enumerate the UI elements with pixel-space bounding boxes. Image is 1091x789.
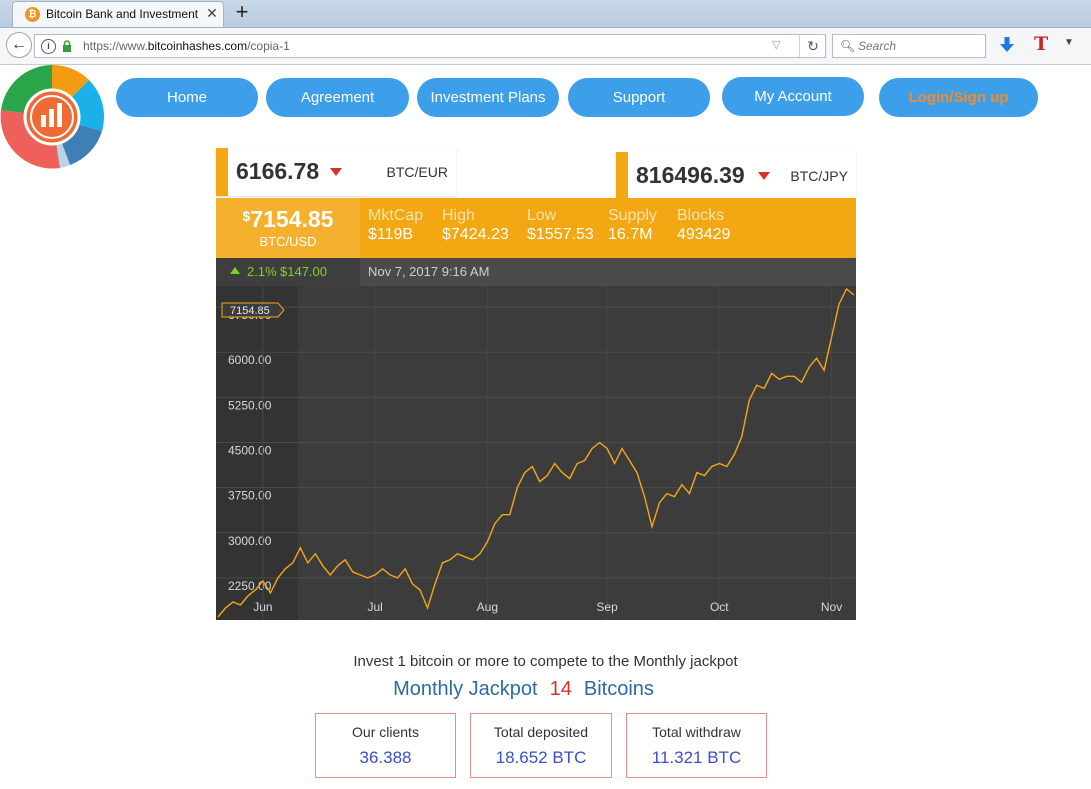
- y-tick-label: 6000.00: [228, 353, 272, 367]
- browser-nav-bar: ← i https://www.bitcoinhashes.com/copia-…: [0, 28, 1091, 65]
- jackpot-amount: 14: [549, 678, 572, 700]
- stat-low: Low $1557.53: [527, 207, 594, 243]
- stat-blocks: Blocks 493429: [677, 207, 731, 243]
- stat-mktcap: MktCap $119B: [368, 207, 424, 243]
- back-arrow-icon[interactable]: ←: [6, 32, 32, 58]
- price-change-box: 2.1% $147.00: [216, 258, 360, 286]
- search-input[interactable]: 🔍︎ Search: [832, 34, 986, 58]
- y-tick-label: 3750.00: [228, 489, 272, 503]
- price-chart: 2250.00 3000.00 3750.00 4500.00 5250.00 6000.…: [216, 286, 856, 620]
- y-tick-label: 4500.00: [228, 444, 272, 458]
- btc-jpy-value: 816496.39: [636, 162, 745, 188]
- stat-box-title: Our clients: [352, 724, 419, 740]
- download-arrow-icon[interactable]: [999, 36, 1015, 54]
- x-tick-label: Nov: [821, 600, 842, 614]
- up-arrow-icon: [230, 267, 240, 274]
- change-amount: $147.00: [280, 264, 327, 279]
- bitcoin-ticker-widget: 6166.78 BTC/EUR 816496.39 BTC/JPY $7154.…: [216, 148, 856, 620]
- price-series-line: [217, 287, 855, 618]
- bitcoin-favicon-icon: ₿: [25, 7, 40, 22]
- market-stats-band: $7154.85 BTC/USD MktCap $119B High $7424.2…: [216, 198, 856, 258]
- tab-title: Bitcoin Bank and Investment: [46, 7, 198, 21]
- stat-box-title: Total deposited: [493, 724, 589, 740]
- down-arrow-icon: [330, 168, 342, 176]
- x-tick-label: Aug: [477, 600, 498, 614]
- stat-box-clients: Our clients 36.388: [315, 713, 456, 778]
- price-change-band: 2.1% $147.00 Nov 7, 2017 9:16 AM: [216, 258, 856, 286]
- url-dropdown-icon[interactable]: ▽: [772, 38, 780, 51]
- reload-icon[interactable]: ↻: [799, 35, 826, 57]
- stat-supply: Supply 16.7M: [608, 207, 657, 243]
- btc-eur-value: 6166.78: [236, 158, 320, 184]
- change-percent: 2.1%: [247, 264, 277, 279]
- nav-investment-plans-button[interactable]: Investment Plans: [417, 78, 559, 117]
- close-tab-icon[interactable]: ✕: [204, 5, 220, 21]
- btc-usd-pair: BTC/USD: [259, 234, 317, 249]
- stat-box-title: Total withdraw: [652, 724, 741, 740]
- browser-tab-bar: ₿ Bitcoin Bank and Investment ✕ +: [0, 0, 1091, 28]
- nav-login-signup-button[interactable]: Login/Sign up: [879, 78, 1038, 117]
- nav-home-button[interactable]: Home: [116, 78, 258, 117]
- extension-t-icon[interactable]: T: [1034, 33, 1048, 55]
- y-tick-label: 3000.00: [228, 534, 272, 548]
- x-tick-label: Jul: [367, 600, 382, 614]
- stat-box-value: 36.388: [359, 748, 412, 767]
- jackpot-unit: Bitcoins: [583, 678, 654, 700]
- y-tick-label: 2250.00: [228, 579, 272, 593]
- price-chart-svg: 2250.00 3000.00 3750.00 4500.00 5250.00 6000.…: [216, 286, 856, 620]
- nav-agreement-button[interactable]: Agreement: [266, 78, 409, 117]
- btc-jpy-rate: 816496.39 BTC/JPY: [616, 152, 856, 198]
- search-placeholder: Search: [858, 39, 897, 53]
- btc-usd-price-box: $7154.85 BTC/USD: [216, 198, 360, 258]
- nav-support-button[interactable]: Support: [568, 78, 710, 117]
- down-arrow-icon: [758, 172, 770, 180]
- monthly-jackpot: Monthly Jackpot 14 Bitcoins: [0, 678, 1091, 701]
- address-bar[interactable]: i https://www.bitcoinhashes.com/copia-1 …: [34, 34, 826, 58]
- nav-my-account-button[interactable]: My Account: [722, 77, 864, 116]
- stat-box-value: 11.321 BTC: [651, 748, 742, 767]
- current-price-label: 7154.85: [230, 305, 270, 317]
- stat-box-value: 18.652 BTC: [495, 748, 587, 767]
- jackpot-invite-text: Invest 1 bitcoin or more to compete to t…: [353, 653, 738, 670]
- y-tick-label: 5250.00: [228, 398, 272, 412]
- x-tick-label: Oct: [710, 600, 729, 614]
- lock-icon: [63, 40, 71, 52]
- site-logo[interactable]: [0, 65, 104, 169]
- btc-usd-price: $7154.85: [242, 206, 334, 232]
- search-icon: 🔍︎: [840, 39, 856, 53]
- url-text: https://www.bitcoinhashes.com/copia-1: [83, 39, 290, 53]
- btc-jpy-pair: BTC/JPY: [790, 168, 848, 184]
- x-tick-label: Jun: [253, 600, 272, 614]
- btc-eur-rate: 6166.78 BTC/EUR: [216, 148, 456, 196]
- chevron-down-icon[interactable]: ▼: [1064, 37, 1074, 48]
- stat-box-deposited: Total deposited 18.652 BTC: [470, 713, 612, 778]
- jackpot-label: Monthly Jackpot: [393, 678, 538, 700]
- info-icon[interactable]: i: [41, 39, 56, 54]
- new-tab-plus-icon[interactable]: +: [231, 1, 253, 23]
- stat-high: High $7424.23: [442, 207, 509, 243]
- stat-box-withdraw: Total withdraw 11.321 BTC: [626, 713, 767, 778]
- browser-tab[interactable]: ₿ Bitcoin Bank and Investment ✕: [12, 1, 224, 27]
- btc-eur-pair: BTC/EUR: [386, 164, 448, 180]
- price-timestamp: Nov 7, 2017 9:16 AM: [368, 264, 490, 279]
- x-tick-label: Sep: [596, 600, 618, 614]
